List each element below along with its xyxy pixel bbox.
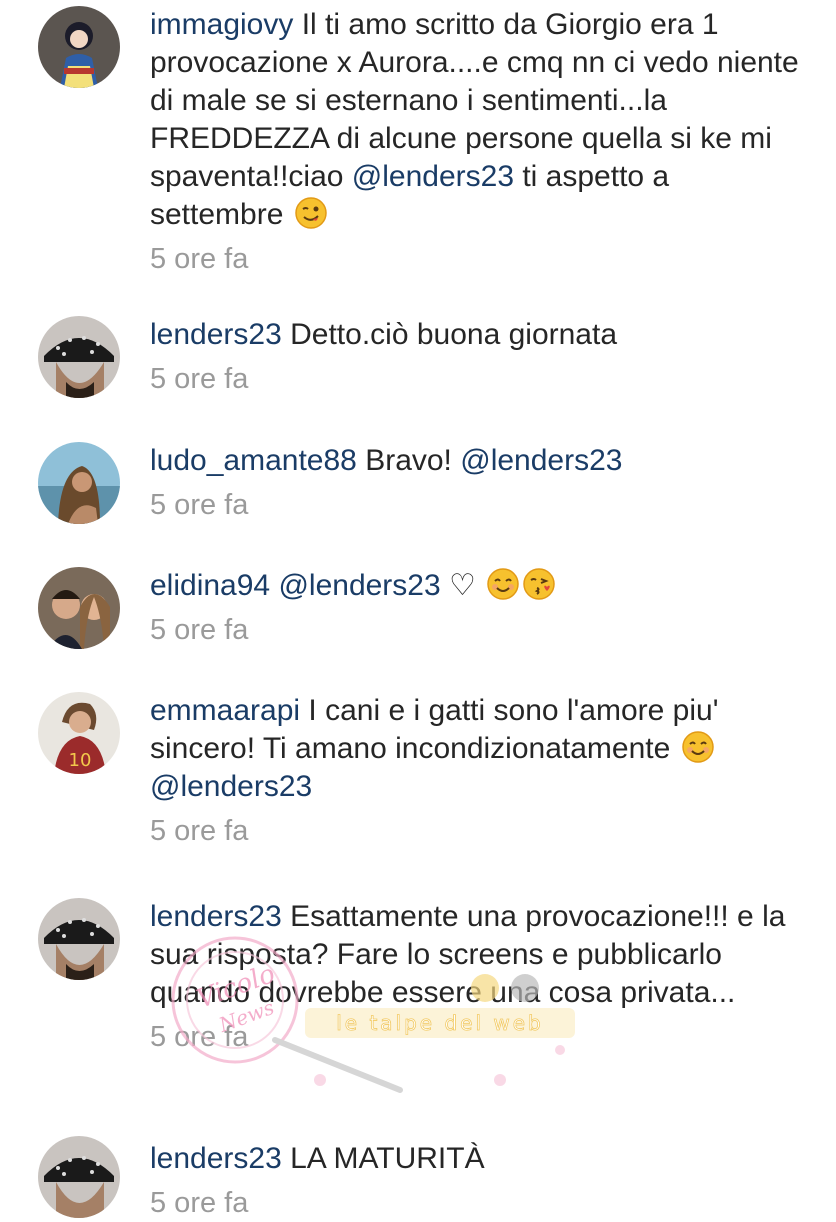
comment-message: Detto.ciò buona giornata — [290, 318, 618, 351]
comment-body: lenders23 Detto.ciò buona giornata 5 ore… — [150, 316, 800, 398]
comment-text: elidina94 @lenders23 ♡ — [150, 567, 800, 605]
avatar[interactable] — [38, 898, 120, 980]
comment-timestamp: 5 ore fa — [150, 489, 249, 521]
avatar[interactable] — [38, 567, 120, 649]
comment-text: lenders23 LA MATURITÀ — [150, 1140, 800, 1178]
comment-text: lenders23 Detto.ciò buona giornata — [150, 316, 800, 354]
mention-link[interactable]: @lenders23 — [352, 160, 514, 193]
avatar[interactable] — [38, 316, 120, 398]
comment-text: emmaarapi I cani e i gatti sono l'amore … — [150, 692, 800, 806]
comment-timestamp: 5 ore fa — [150, 1187, 249, 1219]
smiling-face-emoji-icon — [486, 567, 520, 601]
kissing-face-emoji-icon — [522, 567, 556, 601]
comment-timestamp: 5 ore fa — [150, 815, 249, 847]
comment-message: LA MATURITÀ — [290, 1142, 485, 1175]
heart-symbol: ♡ — [440, 569, 476, 602]
username-link[interactable]: lenders23 — [150, 318, 282, 351]
comment-timestamp: 5 ore fa — [150, 243, 249, 275]
svg-text:10: 10 — [69, 750, 92, 771]
avatar[interactable]: 10 — [38, 692, 120, 774]
comment-timestamp: 5 ore fa — [150, 1021, 249, 1053]
avatar[interactable] — [38, 6, 120, 88]
comment-text: lenders23 Esattamente una provocazione!!… — [150, 898, 800, 1012]
winking-face-emoji-icon — [294, 196, 328, 230]
comment-body: emmaarapi I cani e i gatti sono l'amore … — [150, 692, 800, 850]
mention-link[interactable]: @lenders23 — [460, 444, 622, 477]
comment-body: immagiovy Il ti amo scritto da Giorgio e… — [150, 6, 800, 278]
comment-text: ludo_amante88 Bravo! @lenders23 — [150, 442, 800, 480]
comment-message: Bravo! — [365, 444, 461, 477]
comment-body: ludo_amante88 Bravo! @lenders23 5 ore fa — [150, 442, 800, 524]
username-link[interactable]: lenders23 — [150, 1142, 282, 1175]
smiling-face-emoji-icon — [681, 730, 715, 764]
mention-link[interactable]: @lenders23 — [150, 770, 312, 803]
username-link[interactable]: elidina94 — [150, 569, 270, 602]
mention-link[interactable]: @lenders23 — [278, 569, 440, 602]
username-link[interactable]: ludo_amante88 — [150, 444, 357, 477]
username-link[interactable]: immagiovy — [150, 8, 293, 41]
avatar[interactable] — [38, 1136, 120, 1218]
username-link[interactable]: emmaarapi — [150, 694, 300, 727]
comment-text: immagiovy Il ti amo scritto da Giorgio e… — [150, 6, 800, 234]
avatar[interactable] — [38, 442, 120, 524]
username-link[interactable]: lenders23 — [150, 900, 282, 933]
comment-body: lenders23 LA MATURITÀ 5 ore fa — [150, 1140, 800, 1222]
comment-timestamp: 5 ore fa — [150, 614, 249, 646]
comment-body: lenders23 Esattamente una provocazione!!… — [150, 898, 800, 1056]
comment-body: elidina94 @lenders23 ♡ 5 ore fa — [150, 567, 800, 649]
comment-timestamp: 5 ore fa — [150, 363, 249, 395]
